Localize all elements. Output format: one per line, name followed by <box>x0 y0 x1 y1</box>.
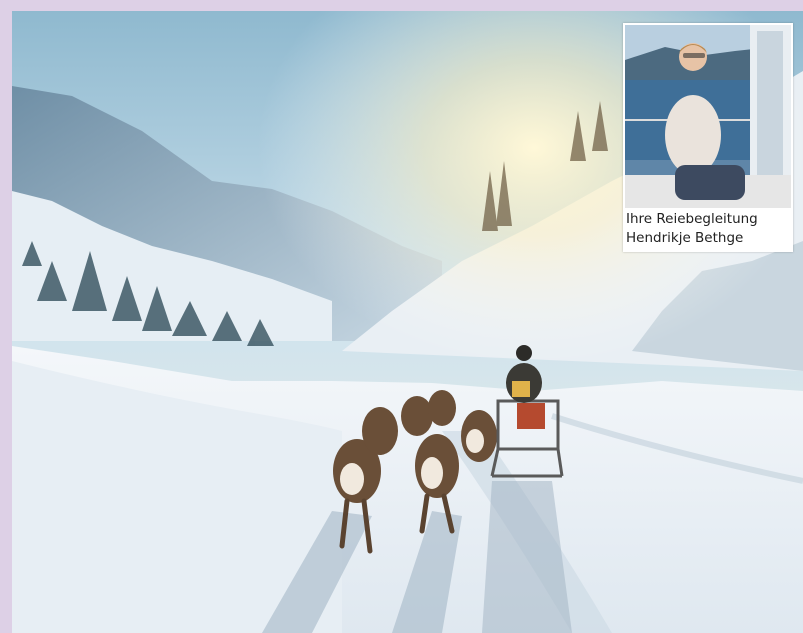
caption-line-1: Ihre Reiebegleitung <box>626 211 758 227</box>
tour-guide-card: Ihre Reiebegleitung Hendrikje Bethge <box>623 23 793 252</box>
caption-line-2: Hendrikje Bethge <box>626 230 744 246</box>
page-frame: Ihre Reiebegleitung Hendrikje Bethge <box>0 0 803 633</box>
guide-caption: Ihre Reiebegleitung Hendrikje Bethge <box>626 210 792 248</box>
portrait-photo <box>625 25 791 208</box>
person-portrait-icon <box>625 25 791 208</box>
